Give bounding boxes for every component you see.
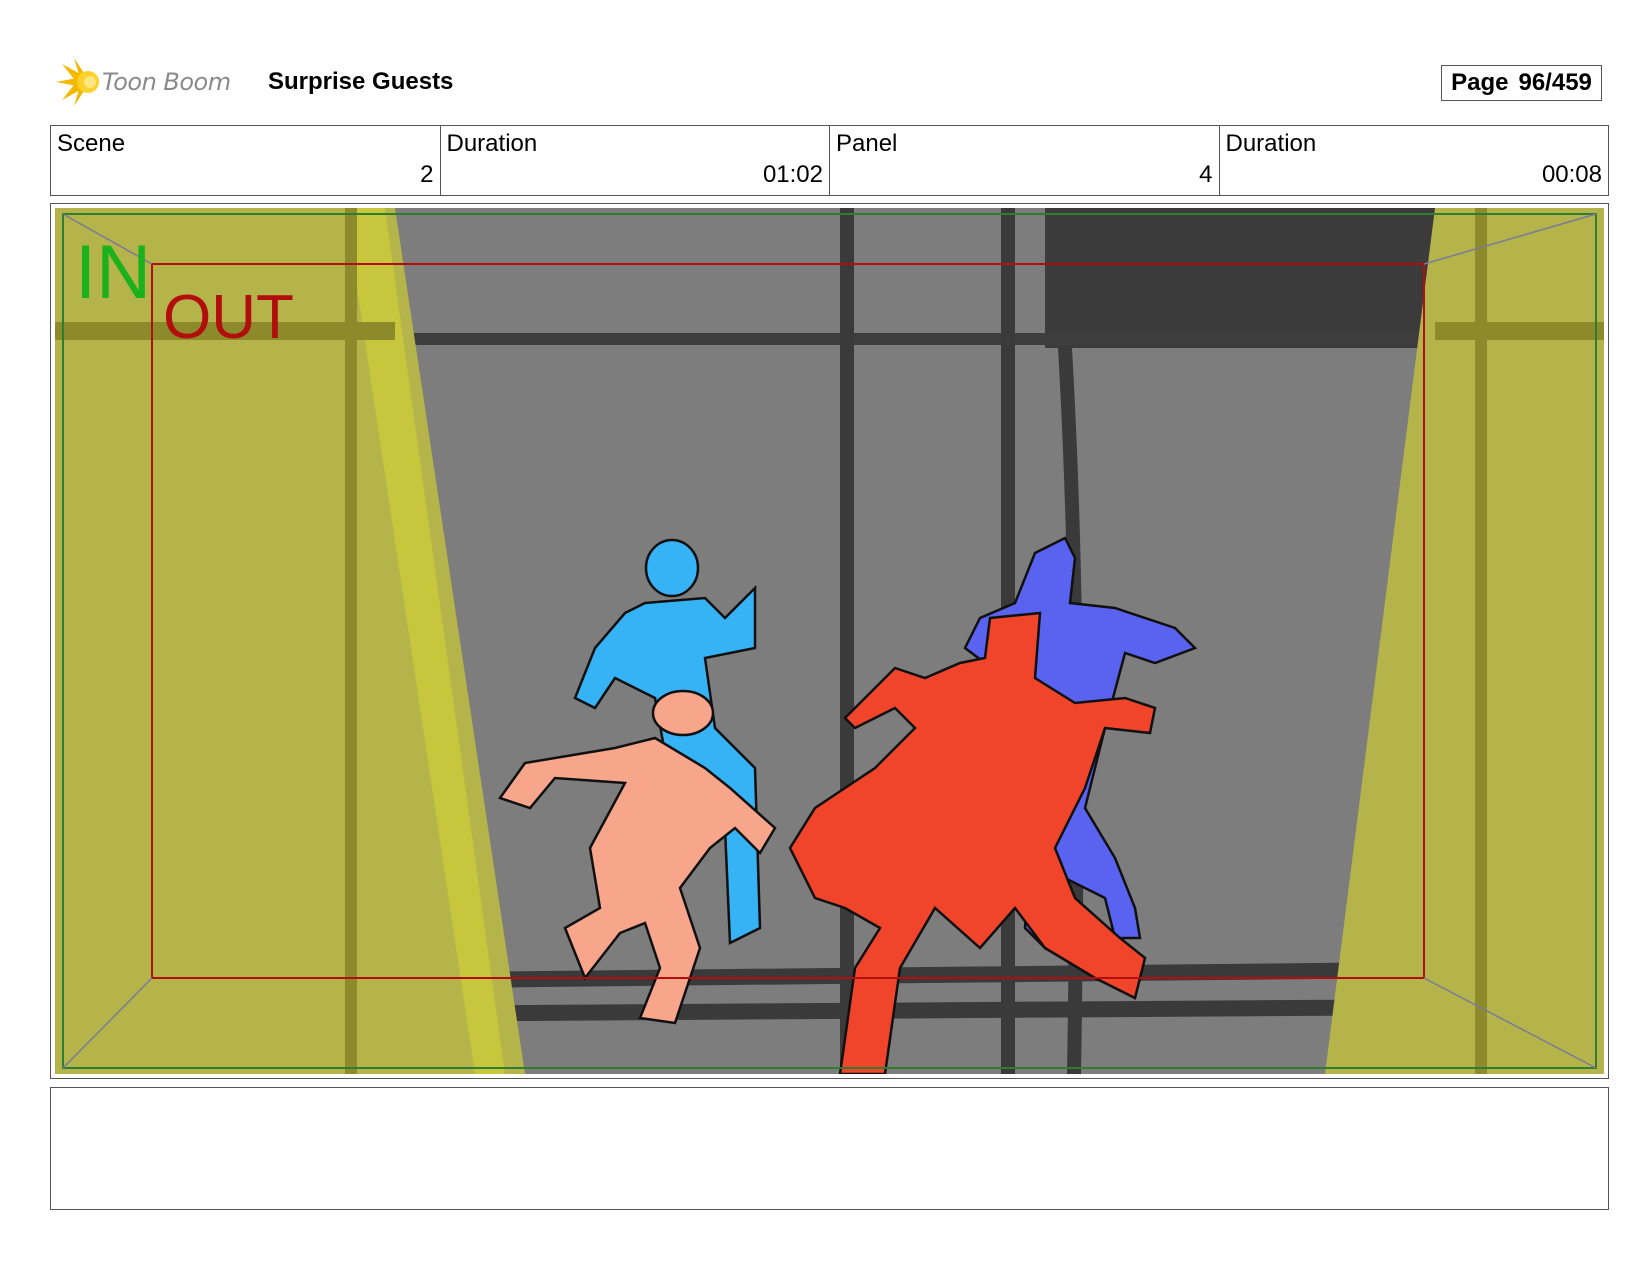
page-header: Toon Boom Surprise Guests Page 96/459 [52, 56, 1612, 108]
out-frame-label: OUT [163, 283, 294, 352]
page-number: 96/459 [1518, 69, 1592, 96]
panel-label: Panel [836, 130, 898, 157]
starburst-logo-icon [56, 58, 99, 106]
scene-duration-value: 01:02 [762, 161, 823, 188]
scene-value: 2 [420, 161, 434, 188]
scene-cell: Scene 2 [51, 126, 441, 195]
pole-1 [840, 208, 854, 1074]
toon-boom-logo: Toon Boom [52, 56, 231, 108]
panel-duration-label: Duration [1225, 130, 1317, 157]
in-frame-label: IN [75, 230, 151, 315]
left-pole-shadow [345, 208, 357, 1074]
page-indicator: Page 96/459 [1441, 65, 1602, 101]
logo-wordmark: Toon Boom [102, 68, 231, 96]
panel-cell: Panel 4 [830, 126, 1220, 195]
scene-duration-cell: Duration 01:02 [441, 126, 830, 195]
panel-value: 4 [1199, 161, 1213, 188]
right-rail-shadow [1435, 322, 1604, 340]
project-title: Surprise Guests [268, 68, 454, 95]
page-label: Page [1451, 69, 1509, 96]
panel-drawing: IN OUT [55, 208, 1604, 1074]
right-pole-shadow [1475, 208, 1487, 1074]
scene-duration-label: Duration [446, 130, 538, 157]
panel-notes-box [50, 1087, 1609, 1210]
scene-info-table: Scene 2 Duration 01:02 Panel 4 Duration … [50, 125, 1609, 196]
scene-label: Scene [57, 130, 126, 157]
panel-duration-value: 00:08 [1541, 161, 1602, 188]
storyboard-panel: IN OUT [50, 203, 1609, 1079]
panel-duration-cell: Duration 00:08 [1220, 126, 1609, 195]
